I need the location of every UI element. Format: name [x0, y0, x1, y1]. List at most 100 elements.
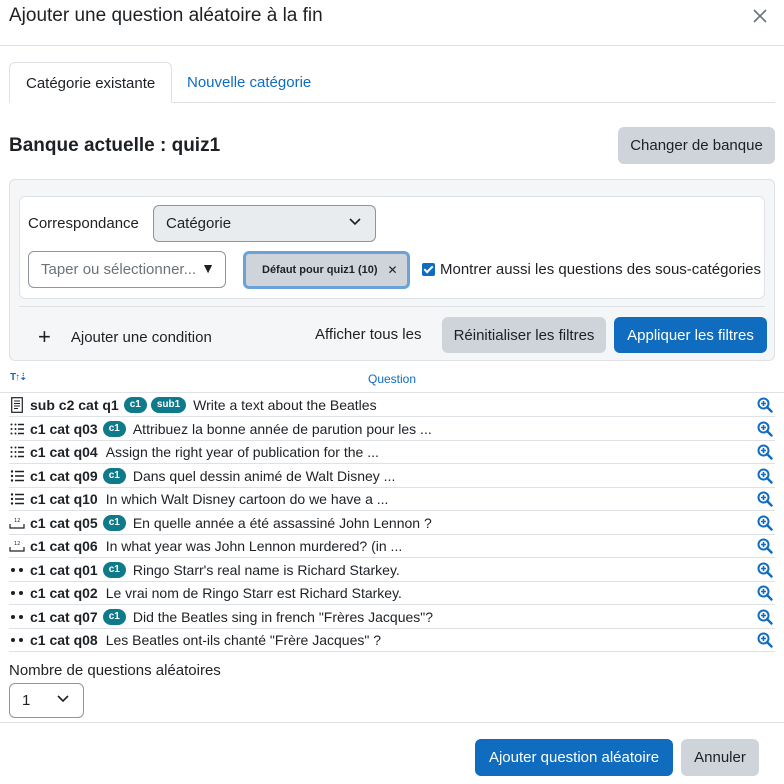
table-row[interactable]: c1 cat q03 c1 Attribuez la bonne année de …	[9, 418, 775, 441]
subcategories-option[interactable]: Montrer aussi les questions des sous-cat…	[422, 261, 761, 278]
question-text: Attribuez la bonne année de parution pou…	[132, 420, 432, 437]
zoom-in-icon[interactable]	[757, 585, 773, 601]
tag-badge: c1	[102, 608, 126, 625]
chevron-down-icon	[57, 695, 69, 703]
tag-badge: sub1	[150, 397, 187, 413]
tag-badge: c1	[102, 467, 126, 484]
chip-label: Défaut pour quiz1 (10)	[262, 264, 378, 276]
question-text: Les Beatles ont-ils chanté "Frère Jacque…	[105, 632, 382, 648]
truefalse-icon	[9, 562, 25, 578]
zoom-in-icon[interactable]	[757, 632, 773, 648]
table-row[interactable]: c1 cat q09 c1 Dans quel dessin animé de Wa…	[9, 465, 775, 488]
zoom-in-icon[interactable]	[757, 609, 773, 625]
question-name: c1 cat q04	[30, 444, 98, 460]
truefalse-icon	[9, 632, 25, 648]
table-row[interactable]: 12 c1 cat q05 c1 En quelle année a été assa…	[9, 512, 775, 535]
remove-chip-icon[interactable]: ✕	[388, 263, 398, 277]
question-name: c1 cat q10	[30, 491, 98, 507]
question-name: c1 cat q02	[30, 585, 98, 601]
numerical-icon: 12	[9, 538, 25, 554]
random-count-select[interactable]: 1	[9, 683, 84, 718]
chevron-down-icon	[349, 218, 361, 226]
typeahead-placeholder: Taper ou sélectionner...	[41, 261, 197, 278]
subcategories-label: Montrer aussi les questions des sous-cat…	[440, 261, 761, 278]
truefalse-icon	[9, 585, 25, 601]
question-text: In what year was John Lennon murdered? (…	[105, 538, 403, 554]
tab-existing-category[interactable]: Catégorie existante	[9, 62, 173, 103]
question-text: Dans quel dessin animé de Walt Disney ..…	[132, 467, 396, 484]
add-random-question-button[interactable]: Ajouter question aléatoire	[475, 739, 673, 776]
tab-new-category[interactable]: Nouvelle catégorie	[171, 62, 327, 103]
category-typeahead[interactable]: Taper ou sélectionner... ▼	[28, 251, 226, 288]
essay-icon	[9, 397, 25, 413]
question-text: Le vrai nom de Ringo Starr est Richard S…	[105, 585, 402, 601]
filter-divider	[19, 306, 765, 307]
modal-header: Ajouter une question aléatoire à la fin	[0, 0, 784, 46]
table-row[interactable]: c1 cat q01 c1 Ringo Starr's real name is R…	[9, 559, 775, 582]
table-row[interactable]: sub c2 cat q1 c1 sub1 Write a text about th…	[9, 394, 775, 417]
modal-title: Ajouter une question aléatoire à la fin	[9, 5, 323, 26]
column-question[interactable]: Question	[368, 372, 416, 386]
question-name: c1 cat q03	[30, 420, 98, 437]
question-text: In which Walt Disney cartoon do we have …	[105, 491, 389, 507]
filter-panel: Correspondance Catégorie Taper ou sélect…	[9, 179, 775, 361]
show-all-button[interactable]: Afficher tous les	[315, 326, 421, 343]
zoom-in-icon[interactable]	[757, 491, 773, 507]
random-count-value: 1	[22, 692, 31, 709]
modal-footer	[0, 722, 784, 723]
caret-down-icon: ▼	[201, 260, 215, 276]
question-name: c1 cat q05	[30, 514, 98, 531]
question-name: c1 cat q07	[30, 608, 98, 625]
table-row[interactable]: c1 cat q08 Les Beatles ont-ils chanté "Fr…	[9, 629, 775, 652]
plus-icon: +	[38, 324, 51, 349]
tag-badge: c1	[123, 397, 147, 413]
zoom-in-icon[interactable]	[757, 515, 773, 531]
svg-text:12: 12	[14, 518, 20, 524]
zoom-in-icon[interactable]	[757, 562, 773, 578]
tab-bar: Catégorie existante Nouvelle catégorie	[9, 62, 775, 103]
table-row[interactable]: c1 cat q10 In which Walt Disney cartoon d…	[9, 488, 775, 511]
selected-category-chip[interactable]: Défaut pour quiz1 (10) ✕	[243, 251, 410, 289]
truefalse-icon	[9, 609, 25, 625]
zoom-in-icon[interactable]	[757, 397, 773, 413]
question-name: c1 cat q08	[30, 632, 98, 648]
zoom-in-icon[interactable]	[757, 421, 773, 437]
multichoice-icon	[9, 468, 25, 484]
apply-filters-button[interactable]: Appliquer les filtres	[614, 317, 767, 353]
question-name: sub c2 cat q1	[30, 397, 119, 413]
numerical-icon: 12	[9, 515, 25, 531]
question-name: c1 cat q09	[30, 467, 98, 484]
zoom-in-icon[interactable]	[757, 538, 773, 554]
table-row[interactable]: c1 cat q02 Le vrai nom de Ringo Starr est…	[9, 582, 775, 605]
question-text: Assign the right year of publication for…	[105, 444, 379, 460]
cancel-button[interactable]: Annuler	[681, 739, 759, 776]
question-name: c1 cat q06	[30, 538, 98, 554]
table-row[interactable]: 12 c1 cat q06 In what year was John Lennon…	[9, 535, 775, 558]
multichoice-icon	[9, 491, 25, 507]
svg-text:12: 12	[14, 541, 20, 547]
tag-badge: c1	[102, 420, 126, 437]
zoom-in-icon[interactable]	[757, 444, 773, 460]
table-header: T↑⇣ Question	[0, 369, 784, 393]
reset-filters-button[interactable]: Réinitialiser les filtres	[442, 317, 606, 353]
tag-badge: c1	[102, 514, 126, 531]
filter-conditions: Correspondance Catégorie Taper ou sélect…	[19, 196, 765, 299]
close-icon[interactable]	[750, 6, 770, 26]
match-select[interactable]: Catégorie	[153, 205, 376, 242]
subcategories-checkbox[interactable]	[422, 263, 435, 276]
sort-icon[interactable]: T↑⇣	[10, 372, 27, 383]
question-text: En quelle année a été assassiné John Len…	[132, 514, 432, 531]
question-text: Ringo Starr's real name is Richard Stark…	[132, 561, 400, 578]
zoom-in-icon[interactable]	[757, 468, 773, 484]
add-condition-label: Ajouter une condition	[70, 328, 212, 346]
random-count-label: Nombre de questions aléatoires	[9, 662, 221, 679]
question-text: Did the Beatles sing in french "Frères J…	[132, 608, 434, 625]
table-row[interactable]: c1 cat q04 Assign the right year of publi…	[9, 441, 775, 464]
table-row[interactable]: c1 cat q07 c1 Did the Beatles sing in fren…	[9, 606, 775, 629]
change-bank-button[interactable]: Changer de banque	[618, 127, 775, 164]
question-name: c1 cat q01	[30, 561, 98, 578]
tag-badge: c1	[102, 561, 126, 578]
match-select-value: Catégorie	[166, 215, 232, 232]
add-condition-button[interactable]: + Ajouter une condition	[38, 326, 212, 348]
ordering-icon	[9, 444, 25, 460]
